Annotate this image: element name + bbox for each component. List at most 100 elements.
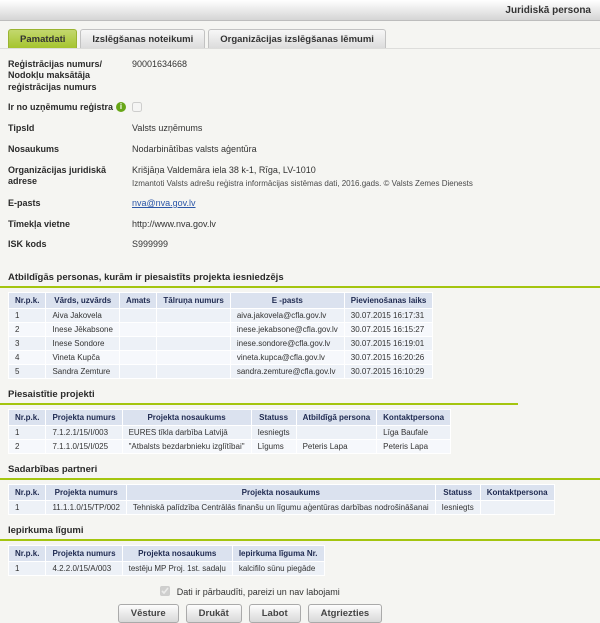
section-projekti: Piesaistītie projekti Nr.p.k.Projekta nu…	[0, 389, 600, 454]
table-cell: Līgums	[251, 439, 296, 453]
from-register-checkbox[interactable]	[132, 102, 142, 112]
email-link[interactable]: nva@nva.gov.lv	[132, 198, 196, 208]
column-header: Nr.p.k.	[9, 545, 46, 561]
column-header: Projekta numurs	[46, 545, 122, 561]
table-cell	[157, 308, 230, 322]
isk-label: ISK kods	[8, 239, 132, 251]
confirm-row: Dati ir pārbaudīti, pareizi un nav laboj…	[0, 586, 500, 597]
table-cell: 5	[9, 364, 46, 378]
column-header: Nr.p.k.	[9, 292, 46, 308]
atgriezties-button[interactable]: Atgriezties	[308, 604, 383, 623]
adrese-value: Krišjāņa Valdemāra iela 38 k-1, Rīga, LV…	[132, 165, 600, 189]
section-divider	[0, 478, 600, 480]
table-row: 4Vineta Kupča vineta.kupca@cfla.gov.lv30.…	[9, 350, 433, 364]
partneri-table: Nr.p.k.Projekta numursProjekta nosaukums…	[8, 484, 555, 515]
section-divider	[0, 286, 600, 288]
table-cell: 30.07.2015 16:17:31	[344, 308, 433, 322]
footer-actions: Dati ir pārbaudīti, pareizi un nav laboj…	[0, 586, 500, 623]
table-cell: vineta.kupca@cfla.gov.lv	[230, 350, 344, 364]
table-cell: 7.1.1.0/15/I/025	[46, 439, 122, 453]
table-row: 14.2.2.0/15/A/003testēju MP Proj. 1st. s…	[9, 561, 325, 575]
epasts-label: E-pasts	[8, 198, 132, 210]
window-titlebar: Juridiskā persona	[0, 0, 600, 21]
table-cell: 30.07.2015 16:15:27	[344, 322, 433, 336]
projekti-table: Nr.p.k.Projekta numursProjekta nosaukums…	[8, 409, 451, 454]
section-divider	[0, 539, 600, 541]
table-cell: Vineta Kupča	[46, 350, 120, 364]
section-partneri-title: Sadarbības partneri	[0, 464, 600, 475]
table-cell: 1	[9, 500, 46, 514]
table-cell: 30.07.2015 16:19:01	[344, 336, 433, 350]
table-cell: inese.jekabsone@cfla.gov.lv	[230, 322, 344, 336]
table-header-row: Nr.p.k.Vārds, uzvārdsAmatsTālruņa numurs…	[9, 292, 433, 308]
column-header: Projekta nosaukums	[122, 409, 251, 425]
table-cell	[157, 336, 230, 350]
adrese-label: Organizācijas juridiskā adrese	[8, 165, 132, 189]
table-cell	[119, 350, 156, 364]
table-cell: aiva.jakovela@cfla.gov.lv	[230, 308, 344, 322]
table-cell: Peteris Lapa	[377, 439, 451, 453]
table-cell	[119, 308, 156, 322]
table-row: 111.1.1.0/15/TP/002Tehniskā palīdzība Ce…	[9, 500, 555, 514]
column-header: Iepirkuma līguma Nr.	[232, 545, 324, 561]
column-header: Projekta nosaukums	[126, 484, 435, 500]
ligumi-table: Nr.p.k.Projekta numursProjekta nosaukums…	[8, 545, 325, 576]
table-cell: 4.2.2.0/15/A/003	[46, 561, 122, 575]
table-cell: 1	[9, 425, 46, 439]
tipsid-label: TipsId	[8, 123, 132, 135]
table-cell	[157, 322, 230, 336]
adrese-note: Izmantoti Valsts adrešu reģistra informā…	[132, 179, 600, 189]
vietne-value: http://www.nva.gov.lv	[132, 219, 600, 231]
form-row-nosaukums: Nosaukums Nodarbinātības valsts aģentūra	[8, 144, 600, 156]
vesture-button[interactable]: Vēsture	[118, 604, 179, 623]
table-cell: Sandra Zemture	[46, 364, 120, 378]
form-row-vietne: Tīmekļa vietne http://www.nva.gov.lv	[8, 219, 600, 231]
column-header: Projekta numurs	[46, 409, 122, 425]
reg-number-label: Reģistrācijas numurs/ Nodokļu maksātāja …	[8, 59, 132, 93]
table-cell	[119, 322, 156, 336]
confirm-checkbox[interactable]	[160, 586, 170, 596]
column-header: Nr.p.k.	[9, 409, 46, 425]
table-cell: 3	[9, 336, 46, 350]
tab-organizacijas-izslegsanas-lemumi[interactable]: Organizācijas izslēgšanas lēmumi	[208, 29, 386, 48]
tab-izslegsanas-noteikumi[interactable]: Izslēgšanas noteikumi	[80, 29, 205, 48]
info-icon[interactable]: i	[116, 102, 126, 112]
tab-strip: Pamatdati Izslēgšanas noteikumi Organizā…	[0, 29, 600, 49]
labot-button[interactable]: Labot	[249, 604, 301, 623]
section-divider	[0, 403, 518, 405]
column-header: Kontaktpersona	[377, 409, 451, 425]
table-cell: 7.1.2.1/15/I/003	[46, 425, 122, 439]
table-cell: kalcifilo sūnu piegāde	[232, 561, 324, 575]
form-row-reg-number: Reģistrācijas numurs/ Nodokļu maksātāja …	[8, 59, 600, 93]
form-row-tipsid: TipsId Valsts uzņēmums	[8, 123, 600, 135]
table-cell	[157, 364, 230, 378]
table-cell: Tehniskā palīdzība Centrālās finanšu un …	[126, 500, 435, 514]
table-cell: 2	[9, 322, 46, 336]
table-cell: Inese Jēkabsone	[46, 322, 120, 336]
drukat-button[interactable]: Drukāt	[186, 604, 242, 623]
entity-form: Reģistrācijas numurs/ Nodokļu maksātāja …	[0, 49, 600, 262]
table-row: 1Aiva Jakovelaaiva.jakovela@cfla.gov.lv3…	[9, 308, 433, 322]
table-cell: 30.07.2015 16:10:29	[344, 364, 433, 378]
column-header: Statuss	[251, 409, 296, 425]
column-header: Statuss	[435, 484, 480, 500]
table-cell: inese.sondore@cfla.gov.lv	[230, 336, 344, 350]
isk-value: S999999	[132, 239, 600, 251]
table-cell: 4	[9, 350, 46, 364]
table-row: 17.1.2.1/15/I/003EURES tīkla darbība Lat…	[9, 425, 451, 439]
form-row-from-register: Ir no uzņēmumu reģistrai	[8, 102, 600, 115]
table-cell: EURES tīkla darbība Latvijā	[122, 425, 251, 439]
table-cell	[296, 425, 377, 439]
adrese-text: Krišjāņa Valdemāra iela 38 k-1, Rīga, LV…	[132, 165, 600, 177]
form-row-adrese: Organizācijas juridiskā adrese Krišjāņa …	[8, 165, 600, 189]
column-header: Tālruņa numurs	[157, 292, 230, 308]
section-ligumi: Iepirkuma līgumi Nr.p.k.Projekta numursP…	[0, 525, 600, 576]
tab-pamatdati[interactable]: Pamatdati	[8, 29, 77, 48]
entity-type-label: Juridiskā persona	[505, 5, 591, 16]
table-cell	[119, 364, 156, 378]
button-row: Vēsture Drukāt Labot Atgriezties	[0, 604, 500, 623]
form-row-isk: ISK kods S999999	[8, 239, 600, 251]
section-partneri: Sadarbības partneri Nr.p.k.Projekta numu…	[0, 464, 600, 515]
table-cell: 30.07.2015 16:20:26	[344, 350, 433, 364]
table-row: 2Inese Jēkabsone inese.jekabsone@cfla.gov…	[9, 322, 433, 336]
